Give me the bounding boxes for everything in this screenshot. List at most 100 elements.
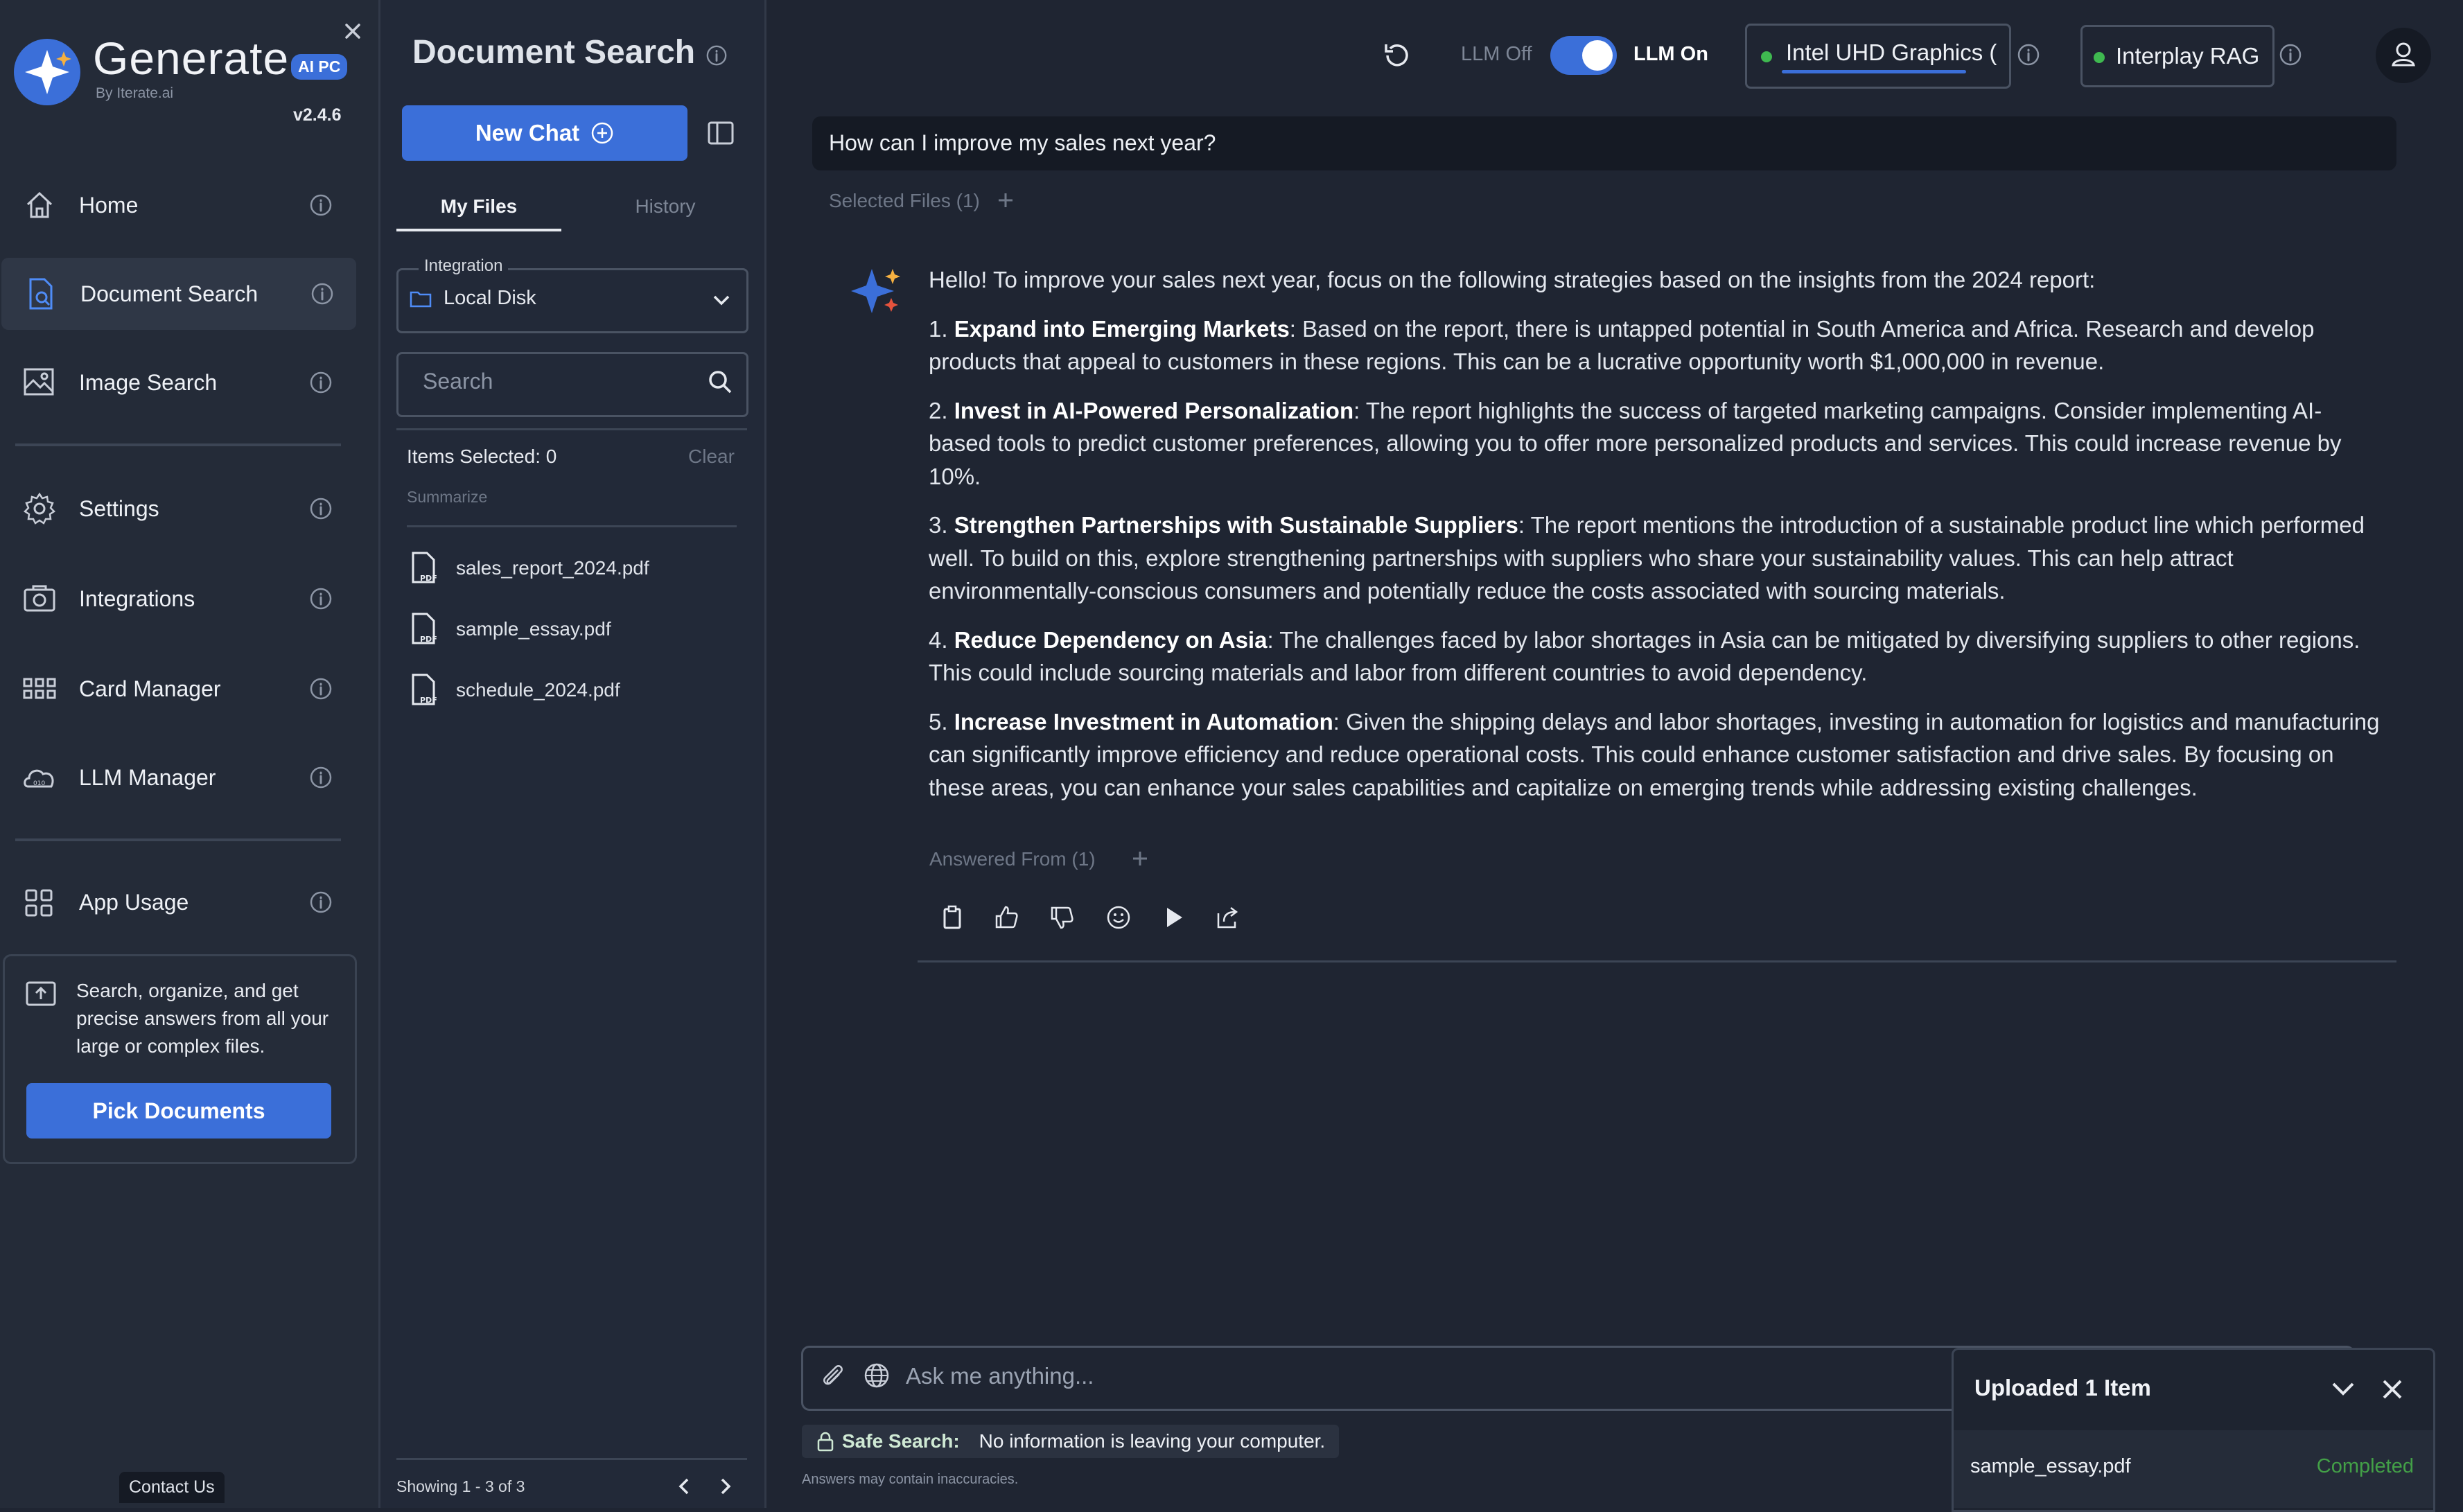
sidebar-item-llm-manager[interactable]: 010 LLM Manager — [0, 741, 356, 814]
clear-button[interactable]: Clear — [688, 446, 735, 468]
info-icon[interactable] — [309, 766, 333, 789]
summarize-button[interactable]: Summarize — [407, 488, 487, 507]
plus-circle-icon — [590, 121, 614, 145]
rag-name: Interplay RAG — [2116, 43, 2260, 69]
sidebar-item-document-search[interactable]: Document Search — [1, 258, 356, 330]
close-sidebar-icon[interactable] — [342, 21, 363, 42]
sidebar-item-integrations[interactable]: Integrations — [0, 563, 356, 635]
refresh-icon[interactable] — [1380, 40, 1411, 71]
toast-file-row: sample_essay.pdf Completed — [1954, 1430, 2433, 1508]
info-icon[interactable] — [309, 677, 333, 701]
plus-icon[interactable] — [1130, 848, 1150, 869]
info-icon[interactable] — [705, 44, 728, 67]
toast-file-name: sample_essay.pdf — [1970, 1455, 2131, 1477]
question-text: How can I improve my sales next year? — [829, 130, 1216, 155]
pick-documents-button[interactable]: Pick Documents — [26, 1083, 331, 1139]
contact-us-button[interactable]: Contact Us — [119, 1472, 225, 1503]
info-icon[interactable] — [2017, 43, 2040, 67]
search-icon[interactable] — [707, 369, 733, 395]
chevron-down-icon[interactable] — [2329, 1376, 2357, 1401]
thumbs-up-icon[interactable] — [994, 905, 1019, 930]
avatar[interactable] — [2376, 28, 2431, 83]
integrations-icon — [22, 581, 57, 616]
svg-text:PDF: PDF — [420, 635, 437, 644]
copy-icon[interactable] — [940, 905, 965, 930]
toggle-knob — [1582, 40, 1613, 71]
info-icon[interactable] — [309, 497, 333, 520]
answer-intro: Hello! To improve your sales next year, … — [929, 267, 2096, 292]
toggle-panel-icon[interactable] — [707, 119, 735, 147]
sidebar-item-label: Integrations — [79, 586, 195, 611]
upload-toast: Uploaded 1 Item sample_essay.pdf Complet… — [1952, 1348, 2435, 1512]
brand-name: Generate — [93, 33, 290, 84]
info-icon[interactable] — [2279, 43, 2302, 67]
device-name: Intel UHD Graphics ( — [1786, 39, 1997, 65]
divider — [407, 525, 737, 527]
svg-text:PDF: PDF — [420, 696, 437, 705]
lock-icon — [816, 1431, 835, 1452]
promo-text: Search, organize, and get precise answer… — [76, 980, 329, 1057]
info-icon[interactable] — [309, 890, 333, 914]
pagination-label: Showing 1 - 3 of 3 — [396, 1477, 525, 1495]
answer-point: 1. Expand into Emerging Markets: Based o… — [929, 315, 2315, 375]
sidebar: Generate AI PC By Iterate.ai v2.4.6 Home… — [0, 0, 380, 1508]
answer-point: 5. Increase Investment in Automation: Gi… — [929, 708, 2380, 800]
divider — [396, 1458, 747, 1460]
brand-byline: By Iterate.ai — [96, 85, 174, 101]
plus-icon[interactable] — [995, 190, 1016, 211]
file-name: sales_report_2024.pdf — [456, 557, 649, 579]
sidebar-item-image-search[interactable]: Image Search — [0, 346, 356, 419]
status-dot — [1761, 51, 1772, 62]
list-item[interactable]: PDF sales_report_2024.pdf — [409, 547, 649, 589]
toast-title: Uploaded 1 Item — [1974, 1375, 2151, 1400]
safe-search-label: Safe Search: — [842, 1430, 960, 1452]
close-icon[interactable] — [2381, 1378, 2404, 1401]
svg-text:010: 010 — [33, 780, 45, 787]
file-name: schedule_2024.pdf — [456, 679, 620, 701]
assistant-answer: Hello! To improve your sales next year, … — [929, 263, 2384, 820]
new-chat-button[interactable]: New Chat — [402, 105, 687, 161]
answer-point: 3. Strengthen Partnerships with Sustaina… — [929, 512, 2365, 604]
llm-toggle[interactable] — [1550, 36, 1617, 75]
sidebar-item-home[interactable]: Home — [0, 169, 356, 241]
info-icon[interactable] — [309, 587, 333, 610]
tab-my-files[interactable]: My Files — [396, 195, 561, 231]
file-name: sample_essay.pdf — [456, 618, 611, 640]
version-label: v2.4.6 — [293, 105, 342, 125]
list-item[interactable]: PDF sample_essay.pdf — [409, 608, 611, 650]
info-icon[interactable] — [310, 282, 334, 306]
share-icon[interactable] — [1216, 905, 1241, 930]
page-title: Document Search — [412, 34, 696, 71]
emoji-icon[interactable] — [1106, 905, 1131, 930]
status-dot — [2094, 52, 2105, 63]
info-icon[interactable] — [309, 371, 333, 394]
sidebar-item-label: Card Manager — [79, 676, 221, 701]
play-icon[interactable] — [1162, 905, 1186, 930]
chevron-left-icon[interactable] — [675, 1476, 693, 1497]
app-usage-icon — [22, 885, 57, 920]
device-selector[interactable]: Intel UHD Graphics ( — [1745, 24, 2011, 89]
sidebar-divider — [15, 443, 341, 446]
gear-icon — [22, 491, 57, 526]
chevron-right-icon[interactable] — [717, 1476, 735, 1497]
sidebar-item-label: Image Search — [79, 369, 218, 395]
list-item[interactable]: PDF schedule_2024.pdf — [409, 669, 620, 711]
ai-pc-badge: AI PC — [291, 54, 348, 80]
document-search-icon — [24, 276, 58, 311]
pdf-icon: PDF — [409, 674, 439, 707]
user-icon — [2392, 42, 2415, 67]
sidebar-item-settings[interactable]: Settings — [0, 473, 356, 545]
sidebar-item-app-usage[interactable]: App Usage — [0, 866, 356, 938]
globe-icon[interactable] — [863, 1362, 891, 1389]
upload-status: Completed — [2316, 1455, 2414, 1477]
attachment-icon[interactable] — [818, 1362, 846, 1389]
thumbs-down-icon[interactable] — [1049, 905, 1074, 930]
upload-folder-icon — [25, 977, 57, 1009]
tab-history[interactable]: History — [596, 195, 735, 218]
sidebar-item-card-manager[interactable]: Card Manager — [0, 653, 356, 725]
selected-files-label[interactable]: Selected Files (1) — [829, 190, 980, 212]
answered-from-label[interactable]: Answered From (1) — [929, 848, 1096, 870]
info-icon[interactable] — [309, 193, 333, 217]
rag-selector[interactable]: Interplay RAG — [2080, 25, 2274, 87]
divider — [918, 960, 2396, 962]
